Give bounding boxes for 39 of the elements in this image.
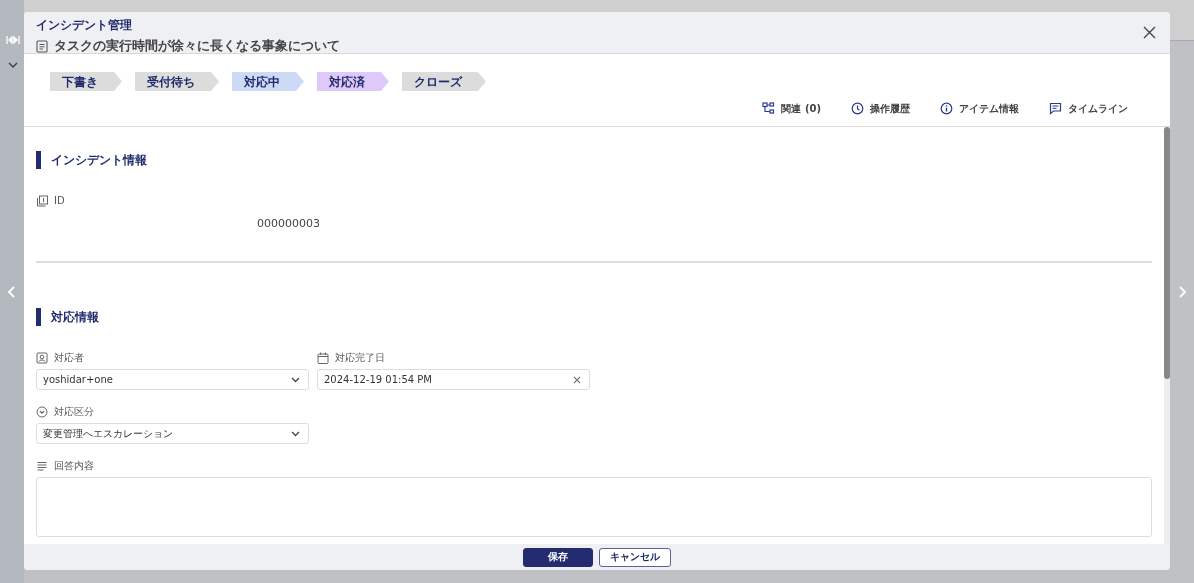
person-icon <box>36 351 48 364</box>
comment-icon <box>1049 102 1062 115</box>
field-value: 000000003 <box>256 216 321 232</box>
chevron-down-icon[interactable] <box>291 430 300 437</box>
chevron-circle-icon <box>36 405 48 418</box>
scrollbar-thumb[interactable] <box>1164 127 1170 379</box>
chevron-down-icon[interactable] <box>291 376 300 383</box>
module-name: インシデント管理 <box>36 17 132 34</box>
dropdown-field[interactable]: 変更管理へエスカレーション <box>36 423 309 444</box>
save-button[interactable]: 保存 <box>523 547 593 567</box>
clear-icon[interactable] <box>573 375 581 384</box>
dialog-title: タスクの実行時間が徐々に長くなる事象について <box>54 37 340 56</box>
dropdown-field[interactable]: yoshidar+one <box>36 369 309 390</box>
date-field[interactable]: 2024-12-19 01:54 PM <box>317 369 590 390</box>
related-icon <box>762 102 776 115</box>
action-link[interactable]: タイムライン <box>1049 101 1128 116</box>
field-label: ID <box>54 194 65 208</box>
action-link[interactable]: 操作履歴 <box>851 101 910 116</box>
field-label: 対応者 <box>54 351 84 365</box>
action-link[interactable]: アイテム情報 <box>940 101 1019 116</box>
action-link[interactable]: 関連 (0) <box>762 101 821 116</box>
clock-icon <box>851 102 864 115</box>
id-icon <box>36 194 48 207</box>
info-icon <box>940 102 953 115</box>
cancel-button[interactable]: キャンセル <box>599 547 671 567</box>
field-label: 回答内容 <box>54 459 94 473</box>
field-label: 対応完了日 <box>335 351 385 365</box>
status-step[interactable]: 下書き <box>50 72 122 91</box>
status-step[interactable]: 対応済 <box>317 72 389 91</box>
status-step[interactable]: 受付待ち <box>135 72 219 91</box>
calendar-icon <box>317 351 329 364</box>
chevron-down-icon[interactable] <box>8 61 18 69</box>
status-step[interactable]: クローズ <box>402 72 486 91</box>
section-heading: 対応情報 <box>36 308 1152 326</box>
status-step[interactable]: 対応中 <box>232 72 304 91</box>
section-heading: インシデント情報 <box>36 151 1152 169</box>
document-icon <box>36 40 48 54</box>
text-lines-icon <box>36 459 48 472</box>
field-label: 対応区分 <box>54 405 94 419</box>
